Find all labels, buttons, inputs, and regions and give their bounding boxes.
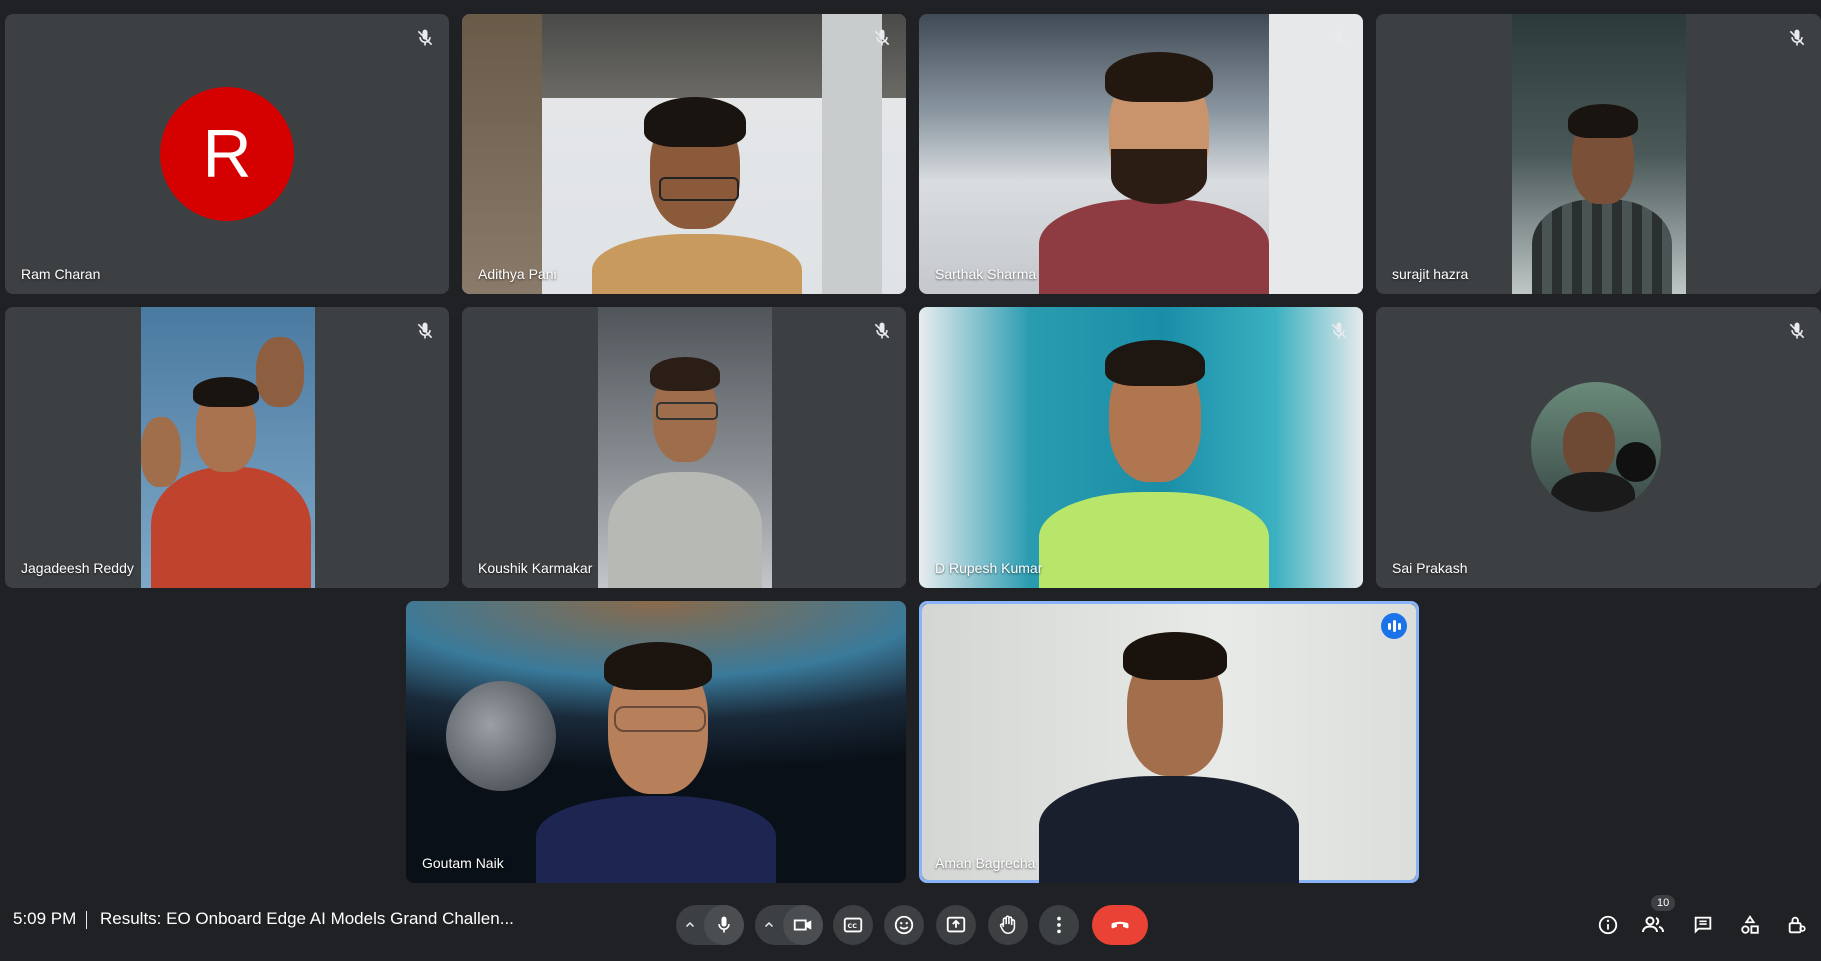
activities-button[interactable] [1730,905,1770,945]
participant-name: Koushik Karmakar [478,560,593,576]
participant-video [1512,14,1686,294]
speaking-indicator-icon [1381,613,1407,639]
participant-tile[interactable]: Goutam Naik [406,601,906,883]
participant-tile[interactable]: Sarthak Sharma [919,14,1363,294]
participant-name: Aman Bagrecha [935,855,1036,871]
participant-video-person [1039,332,1269,588]
camera-control [755,905,823,945]
participant-video-person [1039,626,1299,883]
avatar [1531,382,1661,512]
mic-off-icon [417,322,433,339]
participant-tile[interactable]: surajit hazra [1376,14,1821,294]
chevron-up-icon [685,921,695,928]
participant-name: Ram Charan [21,266,101,282]
participant-tile[interactable]: R Ram Charan [5,14,449,294]
participant-name: Adithya Pani [478,266,557,282]
chat-button[interactable] [1683,905,1723,945]
participant-name: Goutam Naik [422,855,504,871]
mic-off-icon [417,29,433,46]
present-icon [946,916,966,933]
end-call-button[interactable] [1092,905,1148,945]
info-icon [1598,915,1618,935]
mic-off-icon [1789,29,1805,46]
participant-name: Jagadeesh Reddy [21,560,134,576]
people-button[interactable]: 10 [1633,895,1676,945]
participant-tile[interactable]: Adithya Pani [462,14,906,294]
meeting-details-button[interactable] [1588,905,1628,945]
mic-control [676,905,744,945]
participant-tile-active-speaker[interactable]: Aman Bagrecha [919,601,1419,883]
camera-icon [793,919,812,931]
mic-icon [718,916,730,933]
chevron-up-icon [764,921,774,928]
present-now-button[interactable] [936,905,976,945]
captions-button[interactable]: CC [833,905,873,945]
participant-video [598,307,772,588]
bottom-toolbar: 5:09 PM Results: EO Onboard Edge AI Mode… [0,887,1821,961]
participant-tile[interactable]: Koushik Karmakar [462,307,906,588]
end-call-icon [1111,921,1129,929]
mic-off-icon [874,29,890,46]
participant-tile[interactable]: D Rupesh Kumar [919,307,1363,588]
avatar-letter: R [202,116,252,192]
participant-video-person [1029,34,1279,294]
meeting-title[interactable]: Results: EO Onboard Edge AI Models Grand… [100,909,514,929]
people-icon [1642,916,1664,933]
participant-name: Sarthak Sharma [935,266,1037,282]
chat-icon [1694,916,1712,934]
audio-settings-button[interactable] [676,905,704,945]
mic-off-icon [874,322,890,339]
more-options-icon [1057,916,1061,934]
camera-button[interactable] [783,905,823,945]
svg-text:CC: CC [848,922,858,930]
raise-hand-icon [999,915,1016,935]
participant-tile[interactable]: Jagadeesh Reddy [5,307,449,588]
participant-count-badge: 10 [1651,895,1676,911]
participant-video-person [582,79,812,294]
emoji-reactions-button[interactable] [884,905,924,945]
mic-off-icon [1789,322,1805,339]
captions-icon: CC [843,917,863,933]
participant-name: surajit hazra [1392,266,1469,282]
participant-name: Sai Prakash [1392,560,1468,576]
participant-name: D Rupesh Kumar [935,560,1043,576]
divider [86,911,87,929]
avatar: R [160,87,294,221]
mic-button[interactable] [704,905,744,945]
participant-video [141,307,315,588]
more-options-button[interactable] [1039,905,1079,945]
video-settings-button[interactable] [755,905,783,945]
clock: 5:09 PM [13,909,77,928]
activities-icon [1741,915,1759,934]
host-controls-button[interactable] [1777,905,1817,945]
mic-off-icon [1331,322,1347,339]
emoji-icon [894,915,914,935]
participant-video-person [536,626,776,883]
raise-hand-button[interactable] [988,905,1028,945]
participant-tile[interactable]: Sai Prakash [1376,307,1821,588]
host-controls-icon [1788,916,1806,934]
mic-off-icon [1331,29,1347,46]
